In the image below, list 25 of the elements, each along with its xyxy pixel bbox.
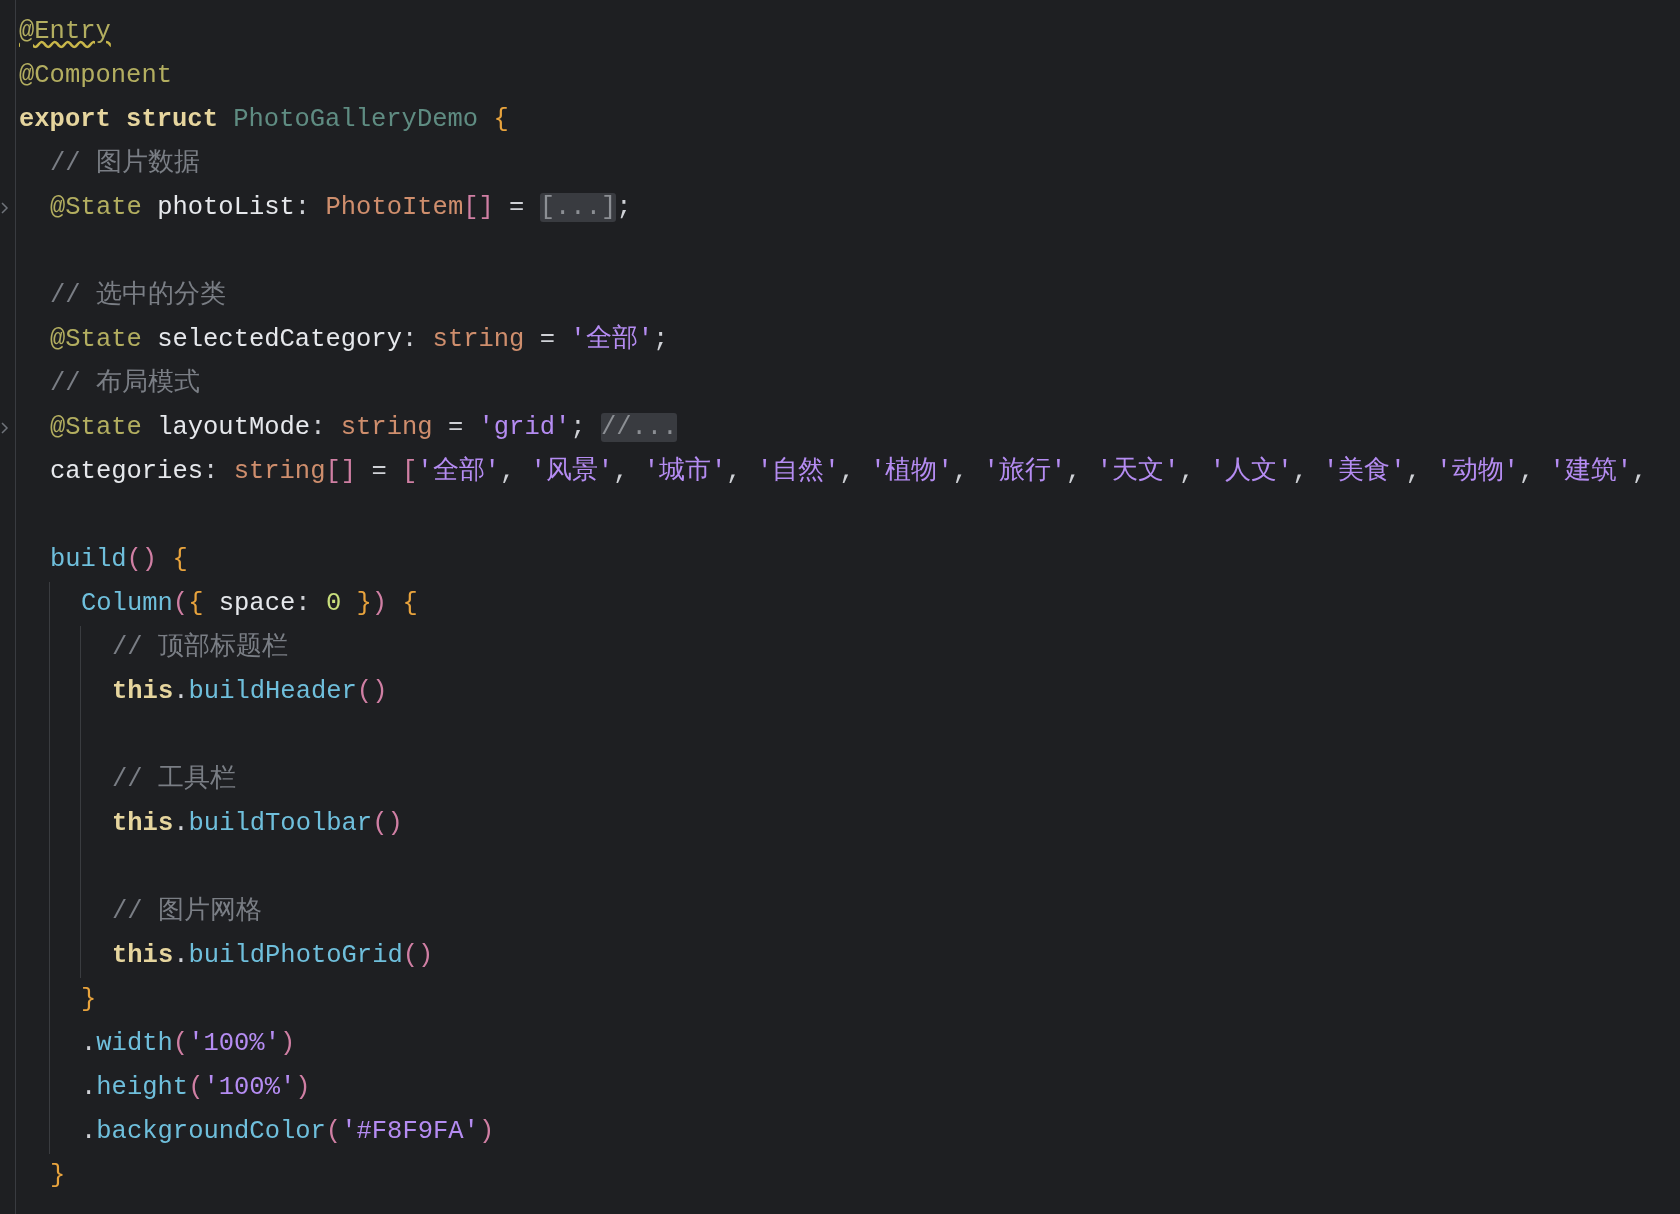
code-line: // 图片网格 (112, 895, 262, 928)
code-line: } (81, 984, 97, 1016)
code-line: } (50, 1160, 66, 1192)
code-line: @State selectedCategory: string = '全部'; (50, 323, 669, 356)
code-line: // 布局模式 (50, 367, 200, 400)
code-line: this.buildToolbar() (112, 808, 403, 840)
code-line: this.buildHeader() (112, 676, 388, 708)
code-line: // 图片数据 (50, 147, 200, 180)
code-line: this.buildPhotoGrid() (112, 940, 434, 972)
fold-chevron-icon[interactable] (1, 201, 9, 215)
code-line: // 工具栏 (112, 764, 236, 796)
code-line: @Component (19, 60, 173, 92)
code-line: categories: string[] = ['全部', '风景', '城市', '自然', '植物', '旅行', '天文', '人文', '美食', '动物', '建筑', (50, 455, 1648, 488)
code-line: // 顶部标题栏 (112, 631, 288, 664)
code-line: @State photoList: PhotoItem[] = [...]; (50, 192, 632, 224)
fold-chevron-icon[interactable] (1, 421, 9, 435)
code-line: @Entry (19, 16, 111, 48)
code-line: .height('100%') (81, 1072, 311, 1104)
code-line: Column({ space: 0 }) { (81, 588, 418, 620)
code-line: export struct PhotoGalleryDemo { (19, 104, 509, 136)
code-line: .backgroundColor('#F8F9FA') (81, 1116, 495, 1148)
code-line: .width('100%') (81, 1028, 296, 1060)
code-line: // 选中的分类 (50, 279, 226, 312)
code-line: @State layoutMode: string = 'grid'; //... (50, 412, 678, 444)
code-line: build() { (50, 544, 188, 576)
